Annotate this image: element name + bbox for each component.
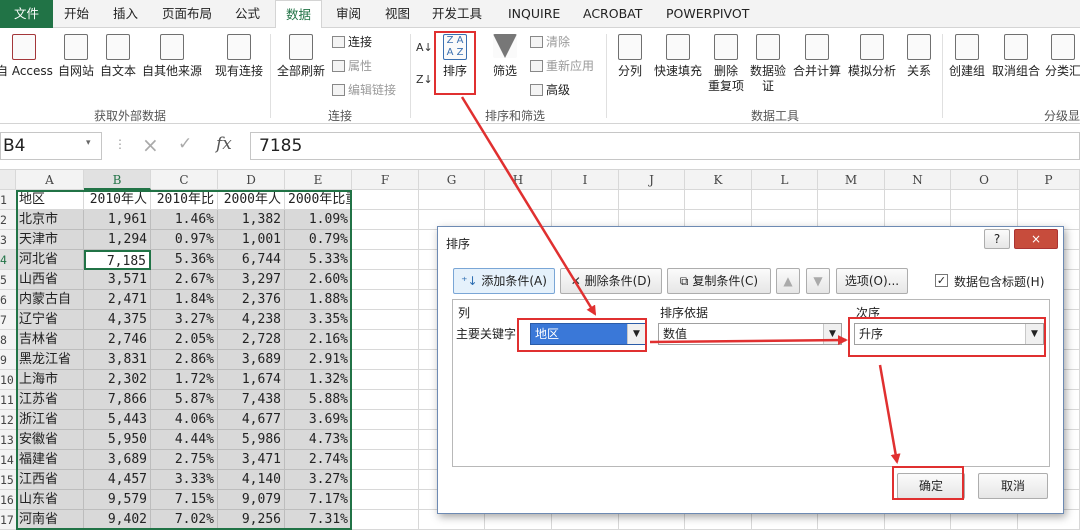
arrow-sort-to-key	[460, 96, 597, 316]
arrow-order-to-ok	[878, 364, 901, 464]
arrow-key-to-order	[649, 335, 848, 346]
annotation-arrows	[460, 96, 901, 464]
